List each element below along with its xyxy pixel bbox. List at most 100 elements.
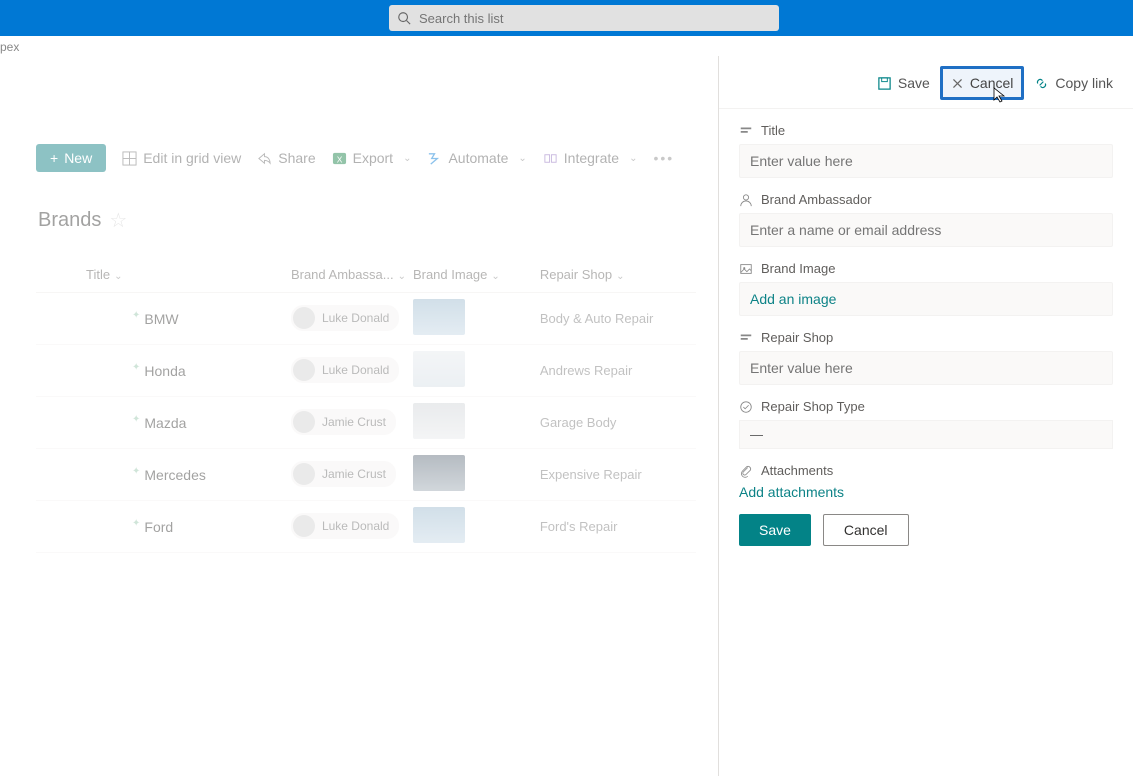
list-title-wrap: Brands ☆ [38,208,127,233]
cancel-button[interactable]: Cancel [823,514,909,546]
person-pill[interactable]: Jamie Crust [291,461,396,487]
panel-copylink-label: Copy link [1055,75,1113,91]
avatar-icon [293,411,315,433]
person-pill[interactable]: Jamie Crust [291,409,396,435]
list-title: Brands [38,209,101,232]
type-label: Repair Shop Type [761,399,865,414]
thumbnail-image [413,455,465,491]
table-row[interactable]: ✦HondaLuke DonaldAndrews Repair [36,345,696,397]
export-button[interactable]: X Export ⌄ [332,150,412,166]
person-name: Jamie Crust [322,467,386,481]
col-title[interactable]: Title⌄ [36,267,291,282]
chevron-down-icon: ⌄ [518,153,526,164]
row-title: ✦Mercedes [86,467,206,483]
title-label: Title [761,123,785,138]
shop-input[interactable] [739,351,1113,385]
thumbnail-image [413,351,465,387]
avatar-icon [293,463,315,485]
col-ambassador[interactable]: Brand Ambassa...⌄ [291,267,413,282]
ambassador-input[interactable] [739,213,1113,247]
edit-grid-button[interactable]: Edit in grid view [122,150,241,166]
row-title: ✦Honda [86,363,186,379]
save-button[interactable]: Save [739,514,811,546]
thumbnail-image [413,403,465,439]
more-button[interactable]: ••• [653,150,674,166]
shop-label: Repair Shop [761,330,833,345]
top-bar [0,0,1133,36]
person-name: Luke Donald [322,311,389,325]
new-item-icon: ✦ [132,466,140,477]
field-shop-type: Repair Shop Type — [739,399,1113,449]
choice-icon [739,400,753,414]
integrate-label: Integrate [564,150,619,166]
type-select[interactable]: — [739,420,1113,449]
search-icon [397,11,411,25]
field-ambassador: Brand Ambassador [739,192,1113,247]
chevron-down-icon: ⌄ [616,271,624,282]
new-label: New [64,150,92,166]
attachments-label: Attachments [761,463,833,478]
row-title: ✦Mazda [86,415,186,431]
field-attachments: Attachments Add attachments [739,463,1113,500]
panel-cancel-action[interactable]: Cancel [940,66,1025,100]
link-icon [1034,76,1049,91]
avatar-icon [293,515,315,537]
chevron-down-icon: ⌄ [491,271,499,282]
shop-value: Body & Auto Repair [540,311,653,326]
chevron-down-icon: ⌄ [398,271,406,282]
save-icon [877,76,892,91]
person-pill[interactable]: Luke Donald [291,357,399,383]
shop-value: Expensive Repair [540,467,642,482]
person-pill[interactable]: Luke Donald [291,513,399,539]
list-pane: + New Edit in grid view Share X Export ⌄ [0,56,718,776]
new-button[interactable]: + New [36,144,106,172]
table-row[interactable]: ✦MazdaJamie CrustGarage Body [36,397,696,449]
paperclip-icon [739,464,753,478]
search-input[interactable] [419,11,771,26]
col-shop[interactable]: Repair Shop⌄ [540,267,696,282]
table-row[interactable]: ✦Ford Luke Donald Ford's Repair [36,501,696,553]
image-icon [739,262,753,276]
add-attachments-link[interactable]: Add attachments [739,484,844,500]
form-panel: Save Cancel Copy link Title Brand Ambass… [718,56,1133,776]
new-item-icon: ✦ [132,414,140,425]
image-label: Brand Image [761,261,835,276]
image-add-row[interactable]: Add an image [739,282,1113,316]
shop-value: Ford's Repair [540,519,618,534]
chevron-down-icon: ⌄ [403,153,411,164]
col-image[interactable]: Brand Image⌄ [413,267,540,282]
person-icon [739,193,753,207]
automate-button[interactable]: Automate ⌄ [427,150,526,166]
star-icon[interactable]: ☆ [109,208,127,233]
search-box[interactable] [389,5,779,31]
person-name: Luke Donald [322,363,389,377]
breadcrumb: pex [0,36,1133,56]
table-row[interactable]: ✦BMW Luke Donald Body & Auto Repair [36,293,696,345]
panel-actions: Save Cancel Copy link [719,56,1133,109]
form-body: Title Brand Ambassador Brand Image Add a… [719,109,1133,560]
thumbnail-image [413,299,465,335]
new-item-icon: ✦ [132,518,140,529]
share-icon [257,151,272,166]
chevron-down-icon: ⌄ [114,271,122,282]
person-name: Luke Donald [322,519,389,533]
panel-copylink-action[interactable]: Copy link [1026,66,1121,100]
integrate-icon [543,151,558,166]
panel-save-label: Save [898,75,930,91]
automate-label: Automate [448,150,508,166]
grid-icon [122,151,137,166]
table-row[interactable]: ✦Mercedes Jamie Crust Expensive Repair [36,449,696,501]
avatar-icon [293,359,315,381]
text-icon [739,124,753,138]
integrate-button[interactable]: Integrate ⌄ [543,150,638,166]
add-image-link[interactable]: Add an image [750,291,836,307]
edit-grid-label: Edit in grid view [143,150,241,166]
row-title: ✦BMW [86,311,179,327]
share-button[interactable]: Share [257,150,315,166]
row-title: ✦Ford [86,519,173,535]
panel-cancel-label: Cancel [970,75,1014,91]
person-pill[interactable]: Luke Donald [291,305,399,331]
title-input[interactable] [739,144,1113,178]
panel-save-action[interactable]: Save [869,66,938,100]
new-item-icon: ✦ [132,362,140,373]
